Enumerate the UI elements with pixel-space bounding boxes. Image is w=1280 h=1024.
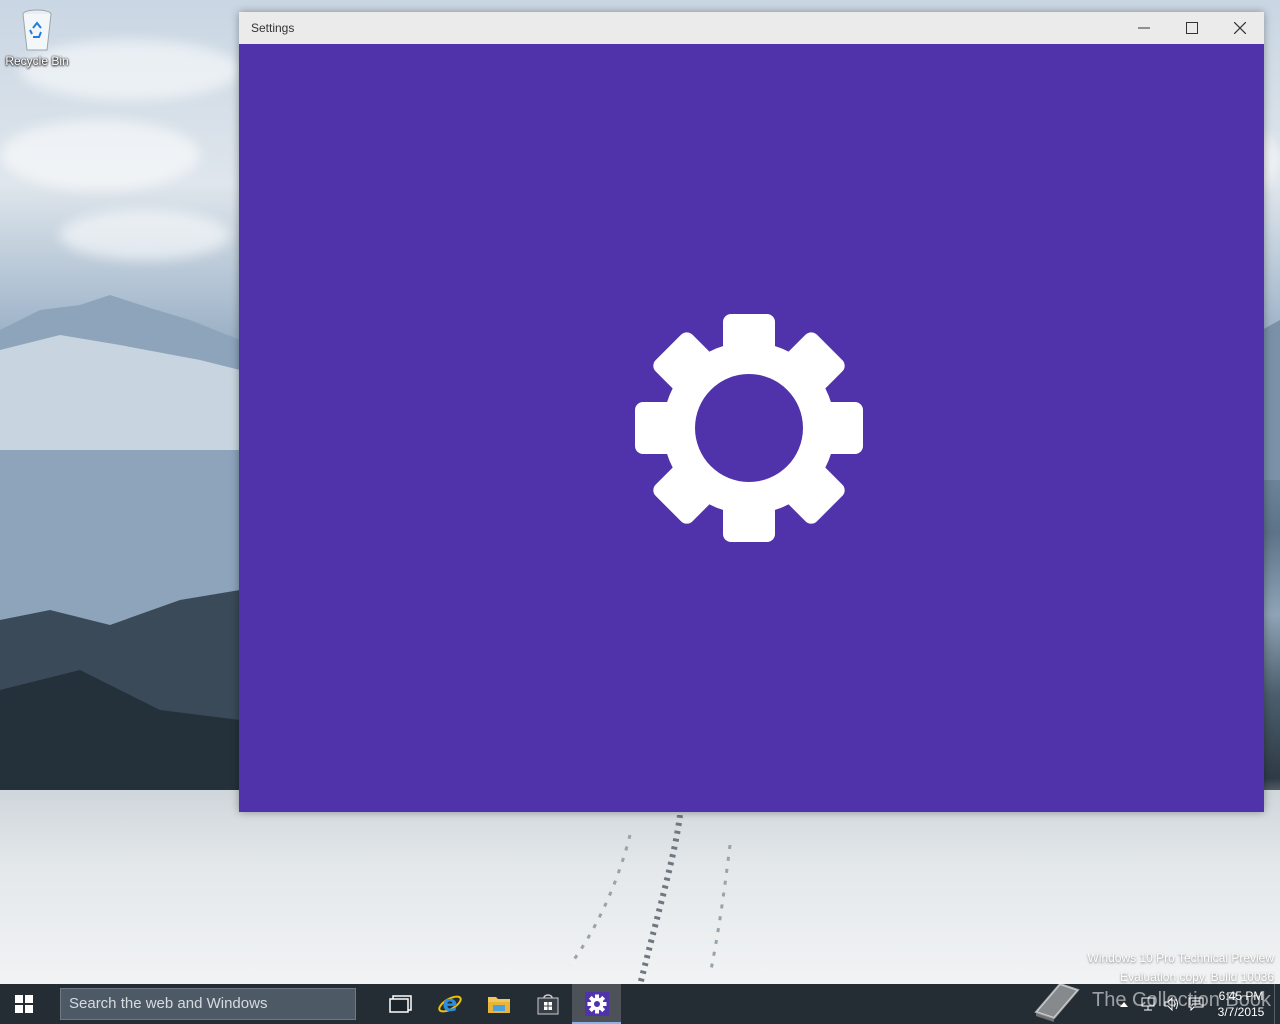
- minimize-button[interactable]: [1120, 12, 1168, 44]
- splash-screen: [239, 44, 1264, 812]
- svg-text:e: e: [442, 992, 457, 1017]
- window-titlebar[interactable]: Settings: [239, 12, 1264, 44]
- overlay-text: The Collection Book: [1092, 988, 1271, 1011]
- book-icon: [1034, 982, 1080, 1022]
- close-icon: [1234, 22, 1246, 34]
- minimize-icon: [1138, 27, 1150, 29]
- taskbar-store[interactable]: [523, 984, 572, 1024]
- task-view-icon: [388, 995, 412, 1013]
- file-explorer-icon: [487, 997, 510, 1013]
- maximize-button[interactable]: [1168, 12, 1216, 44]
- store-icon: [537, 994, 558, 1015]
- close-button[interactable]: [1216, 12, 1264, 44]
- settings-window[interactable]: Settings: [239, 12, 1264, 812]
- gear-icon: [635, 314, 863, 542]
- desktop-icon-recycle-bin[interactable]: Recycle Bin: [4, 6, 70, 76]
- desktop-icon-label: Recycle Bin: [5, 54, 69, 68]
- search-input[interactable]: Search the web and Windows: [60, 988, 356, 1020]
- watermark-line-1: Windows 10 Pro Technical Preview: [1087, 951, 1274, 965]
- show-desktop-button[interactable]: [1274, 984, 1280, 1024]
- taskbar-file-explorer[interactable]: [474, 984, 523, 1024]
- taskbar-task-view[interactable]: [376, 984, 425, 1024]
- brand-overlay: The Collection Book: [1030, 976, 1271, 1024]
- recycle-bin-icon: [22, 9, 52, 51]
- start-button[interactable]: [0, 984, 48, 1024]
- settings-icon: [584, 992, 609, 1016]
- taskbar-internet-explorer[interactable]: e: [425, 984, 474, 1024]
- internet-explorer-icon: e: [437, 992, 462, 1017]
- maximize-icon: [1186, 22, 1198, 34]
- taskbar-settings[interactable]: [572, 984, 621, 1024]
- window-title: Settings: [251, 21, 295, 35]
- windows-logo-icon: [15, 995, 33, 1013]
